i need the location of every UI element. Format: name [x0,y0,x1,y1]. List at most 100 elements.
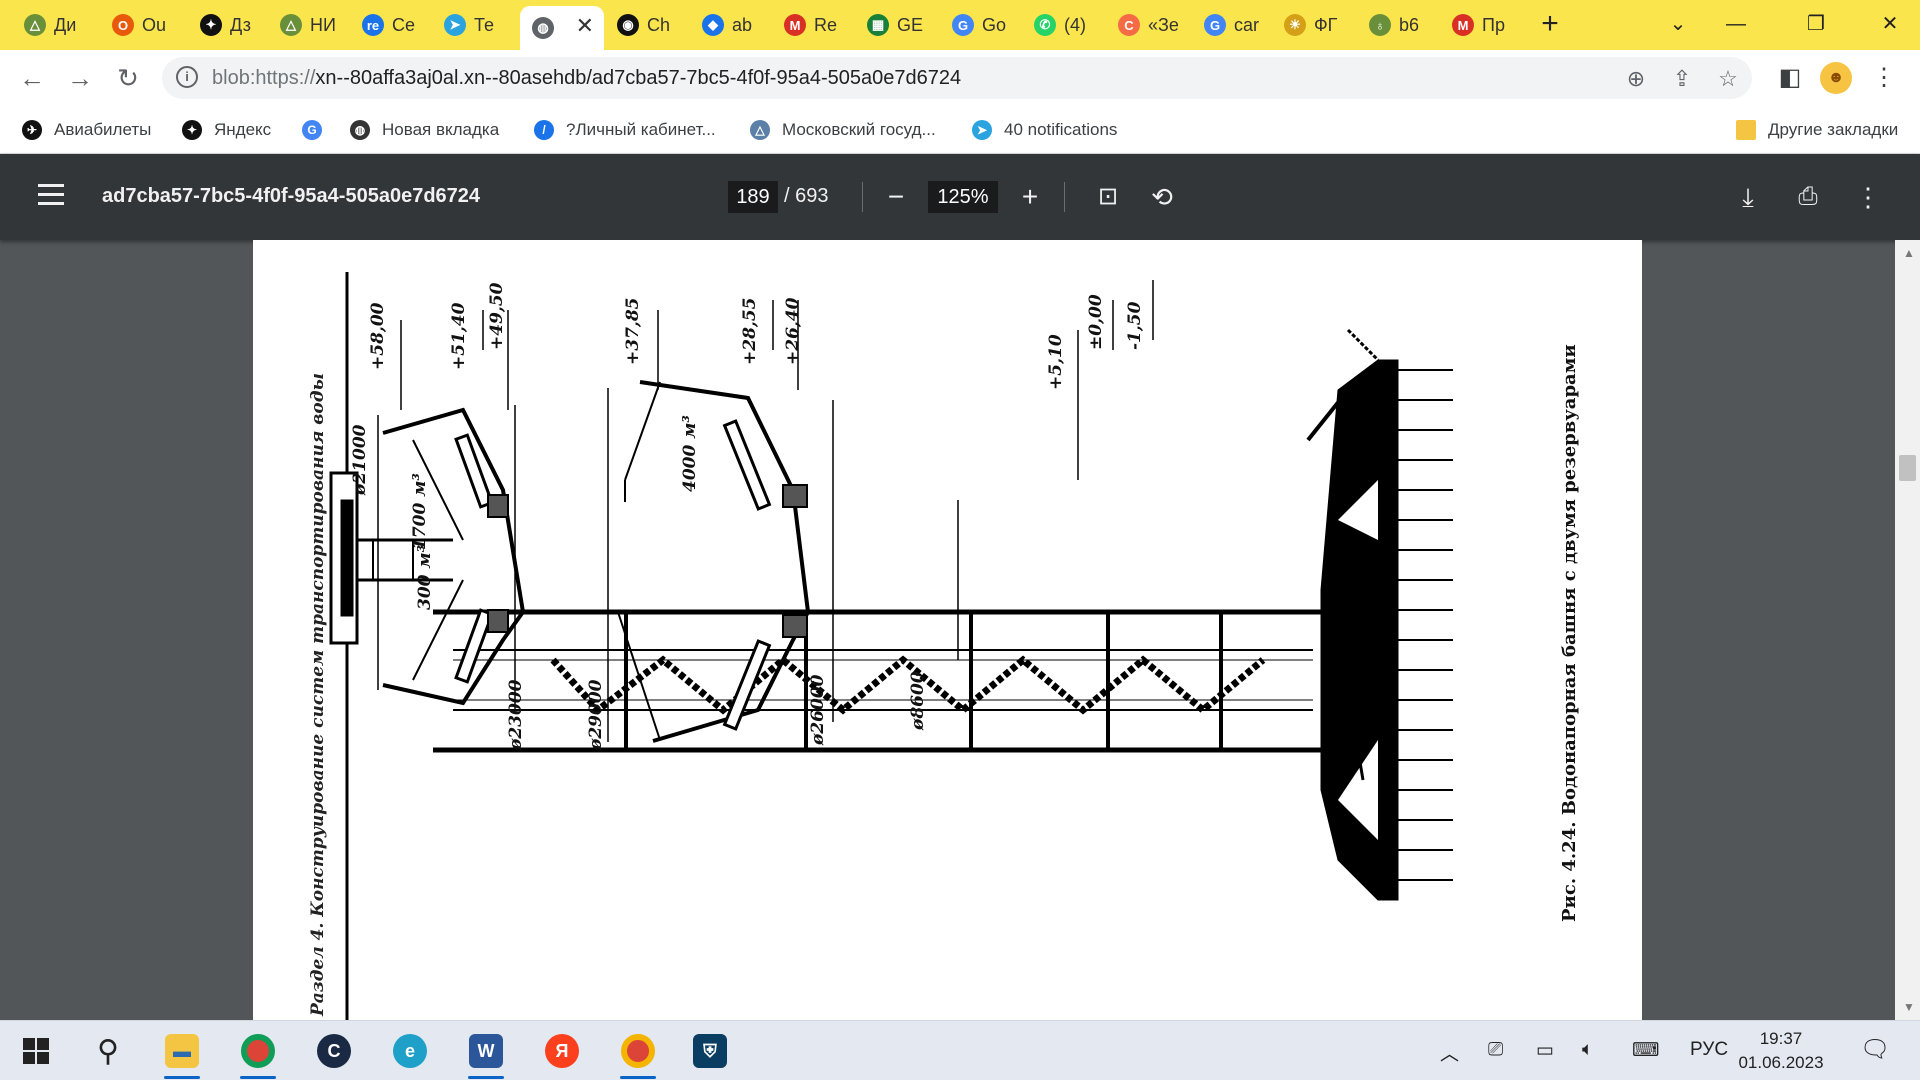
diameter-label: ø8600 [908,671,928,731]
zoom-icon[interactable]: ⊕ [1622,65,1650,93]
edge-icon: e [393,1034,427,1068]
water-tower-drawing: Раздел 4. Конструирование систем транспо… [308,272,1580,1020]
tab-label: ab [732,14,753,35]
rotate-button[interactable]: ⟲ [1144,179,1180,215]
tab-label: GE [897,14,924,35]
browser-tab[interactable]: △ Ди [12,8,96,42]
volume-label: 4000 м³ [680,415,700,492]
taskbar-word[interactable]: W [450,1021,522,1080]
browser-tab[interactable]: △ НИ [268,8,348,42]
minimize-button[interactable]: — [1706,6,1766,42]
scrollbar-thumb[interactable] [1899,455,1916,481]
zoom-level-input[interactable]: 125% [928,181,998,213]
search-icon: ⚲ [97,1034,119,1068]
start-button[interactable] [0,1021,72,1080]
browser-tab[interactable]: ✦ Дз [188,8,268,42]
taskbar-defender[interactable]: ⛨ [674,1021,746,1080]
meet-now-icon[interactable]: ⎚ [1488,1039,1503,1061]
language-indicator[interactable]: РУС [1690,1039,1728,1061]
bookmark-star-icon[interactable]: ☆ [1714,65,1742,93]
close-window-button[interactable]: ✕ [1860,6,1920,42]
tab-label: НИ [310,14,336,35]
forward-button[interactable]: → [62,60,98,96]
browser-tab[interactable]: G Go [940,8,1020,42]
profile-avatar[interactable]: ☻ [1820,62,1852,94]
vertical-scrollbar[interactable]: ▲ ▼ [1895,240,1920,1020]
more-actions-button[interactable]: ⋮ [1850,179,1886,215]
taskbar-chrome-profile[interactable] [602,1021,674,1080]
bookmark-favicon-icon: ◍ [350,120,370,140]
browser-tab[interactable]: ◍ ✕ [520,6,604,50]
clock-date: 01.06.2023 [1738,1053,1824,1072]
diameter-label: ø29000 [586,679,606,751]
bookmark-item[interactable]: ◍ Новая вкладка [350,116,499,144]
battery-icon[interactable]: ▭ [1536,1039,1554,1062]
taskbar-app-c[interactable]: C [298,1021,370,1080]
bookmark-item[interactable]: ➤ 40 notifications [972,116,1117,144]
fit-page-button[interactable]: ⊡ [1090,179,1126,215]
browser-tab[interactable]: C «Зе [1106,8,1190,42]
tray-overflow-icon[interactable]: ︿ [1440,1039,1459,1066]
browser-tab[interactable]: ➤ Те [432,8,516,42]
tab-favicon-icon: △ [280,14,302,36]
back-button[interactable]: ← [14,60,50,96]
taskbar-chrome[interactable] [222,1021,294,1080]
close-tab-icon[interactable]: ✕ [576,13,594,39]
browser-tab[interactable]: O Ou [100,8,184,42]
figure-caption: Рис. 4.24. Водонапорная башня с двумя ре… [1559,344,1580,922]
bookmark-item[interactable]: / ?Личный кабинет... [534,116,716,144]
browser-tab[interactable]: ☀ ФГ [1272,8,1356,42]
taskbar-edge[interactable]: e [374,1021,446,1080]
tab-search-button[interactable]: ⌄ [1648,6,1708,42]
elevation-label: +5,10 [1046,334,1066,390]
browser-menu-icon[interactable]: ⋮ [1866,60,1902,96]
share-icon[interactable]: ⇪ [1668,65,1696,93]
other-bookmarks[interactable]: Другие закладки [1736,116,1898,144]
tab-favicon-icon: G [1204,14,1226,36]
browser-tab[interactable]: ✆ (4) [1022,8,1106,42]
bookmark-item[interactable]: ✈ Авиабилеты [22,116,151,144]
side-panel-icon[interactable]: ◧ [1772,60,1808,96]
zoom-in-button[interactable]: + [1012,179,1048,215]
site-info-icon[interactable]: i [176,66,198,88]
keyboard-icon[interactable]: ⌨ [1632,1039,1659,1062]
scroll-up-arrow-icon[interactable]: ▲ [1903,246,1915,260]
zoom-out-button[interactable]: − [878,179,914,215]
browser-tab[interactable]: ◆ ab [690,8,770,42]
volume-icon[interactable]: 🔈︎ [1582,1039,1593,1061]
taskbar-file-explorer[interactable]: ▬ [146,1021,218,1080]
menu-icon[interactable] [38,184,64,206]
scroll-down-arrow-icon[interactable]: ▼ [1903,1000,1915,1014]
bookmark-item[interactable]: △ Московский госуд... [750,116,936,144]
bookmark-label: Авиабилеты [54,120,152,139]
taskbar-yandex[interactable]: Я [526,1021,598,1080]
browser-tab[interactable]: M Пр [1440,8,1526,42]
clock[interactable]: 19:37 01.06.2023 [1736,1027,1826,1075]
download-button[interactable]: ⤓ [1730,179,1766,215]
url-text[interactable]: blob:https://xn--80affa3aj0al.xn--80aseh… [212,67,961,90]
browser-tab[interactable]: M Re [772,8,852,42]
browser-tab[interactable]: Gcar [1192,8,1270,42]
notifications-icon[interactable]: 🗨︎ [1860,1035,1890,1064]
browser-tab[interactable]: ▦ GE [855,8,939,42]
new-tab-button[interactable]: + [1533,8,1567,42]
foundation [1306,328,1453,901]
tab-label: b6 [1399,14,1420,35]
windows-taskbar: ⚲ ▬ C e W Я ⛨ ︿ ⎚ ▭ 🔈︎ ⌨ РУС 19:37 01.06… [0,1020,1920,1080]
bookmark-item[interactable]: G [302,116,334,144]
print-button[interactable]: ⎙ [1790,179,1826,215]
maximize-button[interactable]: ❐ [1786,6,1846,42]
section-caption: Раздел 4. Конструирование систем транспо… [308,373,328,1017]
tab-label: Ди [54,14,77,35]
address-bar[interactable]: i blob:https://xn--80affa3aj0al.xn--80as… [162,57,1752,99]
browser-tab[interactable]: ♁ b6 [1357,8,1437,42]
tab-favicon-icon: ▦ [867,14,889,36]
bookmark-item[interactable]: ✦ Яндекс [182,116,271,144]
reload-button[interactable]: ↻ [110,60,146,96]
windows-logo-icon [23,1038,49,1064]
browser-tab[interactable]: ◉ Ch [605,8,689,42]
page-number-input[interactable]: 189 [728,181,778,213]
search-button[interactable]: ⚲ [72,1021,144,1080]
tab-label: (4) [1064,14,1086,35]
browser-tab[interactable]: re Се [350,8,430,42]
